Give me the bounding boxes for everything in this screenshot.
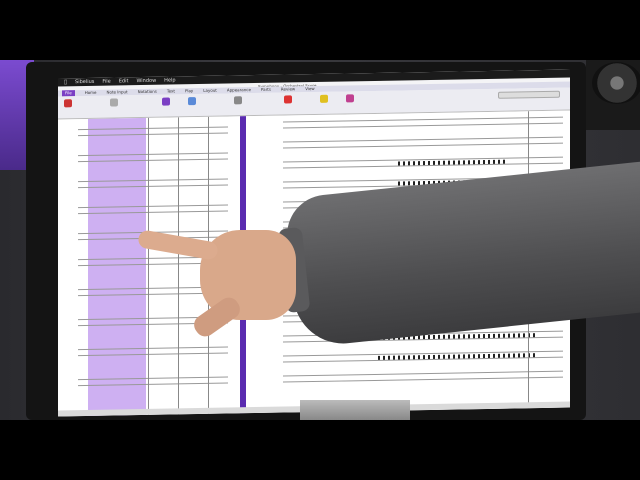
staff — [78, 152, 228, 163]
bottom-letterbox — [0, 420, 640, 480]
instruments-icon[interactable] — [162, 97, 170, 106]
staff — [78, 346, 228, 357]
menu-file[interactable]: File — [102, 78, 110, 86]
top-letterbox — [0, 0, 640, 60]
staff — [283, 370, 563, 383]
staff — [283, 116, 563, 129]
mixer-icon[interactable] — [346, 94, 354, 103]
staff — [78, 126, 228, 137]
select-icon[interactable] — [110, 98, 118, 107]
staff — [78, 178, 228, 189]
photo-scene:  Sibelius File Edit Window Help Symphon… — [0, 60, 640, 420]
color-icon[interactable] — [284, 95, 292, 104]
selection-highlight — [88, 117, 146, 416]
paste-icon[interactable] — [64, 99, 72, 108]
staff — [78, 204, 228, 215]
menu-window[interactable]: Window — [136, 77, 156, 85]
monitor-stand — [300, 400, 410, 420]
barline — [178, 117, 179, 415]
staff — [78, 376, 228, 387]
app-menu[interactable]: Sibelius — [75, 78, 94, 86]
bars-icon[interactable] — [234, 96, 242, 105]
keypad-panel[interactable] — [498, 90, 560, 99]
plugins-icon[interactable] — [320, 94, 328, 103]
barline — [148, 117, 149, 415]
menu-edit[interactable]: Edit — [119, 77, 129, 85]
menu-help[interactable]: Help — [164, 76, 175, 84]
apple-menu-icon[interactable]:  — [64, 78, 67, 86]
staff — [283, 136, 563, 149]
speaker-cone — [592, 62, 640, 104]
add-remove-icon[interactable] — [188, 97, 196, 106]
